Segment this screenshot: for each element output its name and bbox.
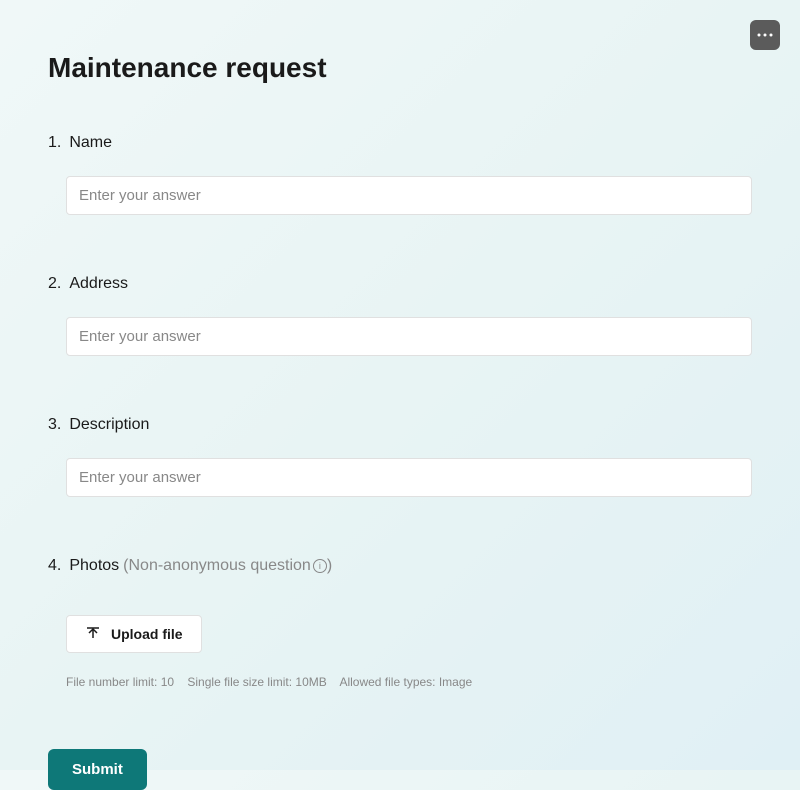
question-description: 3. Description [48, 416, 752, 497]
question-name: 1. Name [48, 134, 752, 215]
upload-icon [85, 626, 101, 642]
question-label: 1. Name [48, 134, 752, 152]
form-title: Maintenance request [48, 52, 752, 84]
info-icon[interactable]: i [313, 559, 327, 573]
question-label: 2. Address [48, 275, 752, 293]
question-text: Name [69, 134, 112, 152]
hint-text: (Non-anonymous question [123, 557, 311, 575]
question-text: Photos [69, 557, 119, 575]
description-input[interactable] [66, 458, 752, 497]
question-hint: (Non-anonymous questioni) [123, 557, 332, 575]
question-number: 4. [48, 557, 61, 575]
question-number: 2. [48, 275, 61, 293]
question-text: Address [69, 275, 128, 293]
question-address: 2. Address [48, 275, 752, 356]
question-text: Description [69, 416, 149, 434]
name-input[interactable] [66, 176, 752, 215]
form-container: Maintenance request 1. Name 2. Address 3… [0, 0, 800, 770]
address-input[interactable] [66, 317, 752, 356]
question-number: 1. [48, 134, 61, 152]
question-photos: 4. Photos (Non-anonymous questioni) Uplo… [48, 557, 752, 689]
more-options-button[interactable] [750, 20, 780, 50]
question-label: 3. Description [48, 416, 752, 434]
question-label: 4. Photos (Non-anonymous questioni) [48, 557, 752, 575]
file-limits: File number limit: 10 Single file size l… [66, 675, 752, 689]
question-number: 3. [48, 416, 61, 434]
file-types-limit: Allowed file types: Image [339, 675, 472, 689]
upload-file-button[interactable]: Upload file [66, 615, 202, 653]
more-horizontal-icon [757, 33, 773, 37]
file-number-limit: File number limit: 10 [66, 675, 174, 689]
upload-button-label: Upload file [111, 626, 183, 642]
file-size-limit: Single file size limit: 10MB [187, 675, 326, 689]
